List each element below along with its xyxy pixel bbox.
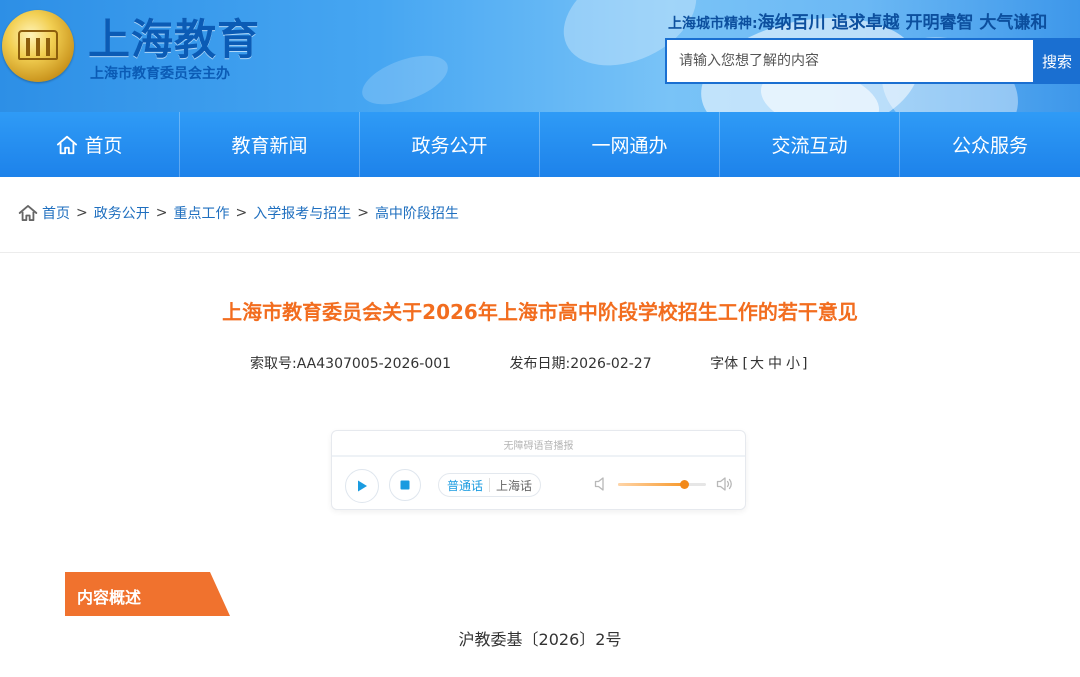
- article-title: 上海市教育委员会关于2026年上海市高中阶段学校招生工作的若干意见: [222, 300, 858, 324]
- font-size-control: 字体 [大中小]: [710, 353, 807, 373]
- breadcrumb-separator: >: [155, 205, 168, 221]
- font-size-medium-link[interactable]: 中: [768, 356, 782, 372]
- audio-player: 无障碍语音播报 普通话 上海话: [331, 430, 746, 510]
- breadcrumb-key-work[interactable]: 重点工作: [173, 203, 229, 223]
- divider: [0, 252, 1080, 253]
- lang-divider: [489, 478, 491, 492]
- nav-item-label: 首页: [84, 135, 123, 157]
- breadcrumb-separator: >: [76, 205, 88, 221]
- nav-item-label: 政务公开: [411, 135, 488, 157]
- nav-item-education-news[interactable]: 教育新闻: [180, 112, 360, 177]
- nav-item-government-affairs[interactable]: 政务公开: [360, 112, 540, 177]
- search-input[interactable]: [667, 40, 1033, 82]
- breadcrumb-high-school-enrollment[interactable]: 高中阶段招生: [375, 203, 459, 223]
- play-button[interactable]: [345, 469, 379, 503]
- main-nav: 首页 教育新闻 政务公开 一网通办 交流互动 公众服务: [0, 112, 1080, 177]
- banner-decoration: [355, 45, 455, 112]
- audio-player-title: 无障碍语音播报: [503, 441, 574, 452]
- nav-item-home[interactable]: 首页: [0, 112, 180, 177]
- search-button[interactable]: 搜索: [1034, 38, 1080, 84]
- publish-date-label: 发布日期:: [509, 356, 571, 372]
- volume-slider[interactable]: [618, 480, 706, 489]
- nav-item-public-services[interactable]: 公众服务: [900, 112, 1080, 177]
- volume-low-icon[interactable]: [594, 476, 608, 492]
- document-number: 沪教委基〔2026〕2号: [458, 630, 622, 649]
- nav-item-label: 公众服务: [951, 135, 1028, 157]
- font-bracket-open: [: [742, 356, 748, 372]
- publish-date: 发布日期:2026-02-27: [510, 353, 652, 373]
- breadcrumb-separator: >: [235, 205, 248, 221]
- breadcrumb-home[interactable]: 首页: [42, 203, 70, 223]
- home-icon: [18, 205, 38, 221]
- breadcrumb: 首页 > 政务公开 > 重点工作 > 入学报考与招生 > 高中阶段招生: [18, 203, 459, 223]
- font-size-small-link[interactable]: 小: [786, 356, 800, 372]
- emblem-building-icon: [18, 30, 58, 60]
- volume-slider-handle[interactable]: [680, 480, 689, 489]
- index-number-label: 索取号:: [250, 356, 297, 372]
- index-number: 索取号:AA4307005-2026-001: [250, 353, 451, 373]
- font-size-label: 字体: [710, 356, 739, 372]
- font-size-large-link[interactable]: 大: [750, 356, 764, 372]
- voice-language-toggle: 普通话 上海话: [438, 473, 542, 497]
- volume-high-icon[interactable]: [716, 475, 734, 493]
- font-bracket-close: ]: [802, 356, 808, 372]
- nav-item-interaction[interactable]: 交流互动: [720, 112, 900, 177]
- city-spirit-label: 上海城市精神:: [668, 16, 758, 32]
- play-icon: [358, 480, 367, 492]
- nav-item-label: 教育新闻: [231, 135, 308, 157]
- nav-item-label: 一网通办: [591, 135, 668, 157]
- site-subtitle: 上海市教育委员会主办: [90, 66, 230, 82]
- stop-button[interactable]: [389, 469, 421, 501]
- publish-date-value: 2026-02-27: [570, 356, 652, 372]
- breadcrumb-enrollment[interactable]: 入学报考与招生: [253, 203, 351, 223]
- section-title: 内容概述: [77, 588, 142, 607]
- city-spirit: 上海城市精神:海纳百川 追求卓越 开明睿智 大气谦和: [668, 8, 1047, 33]
- volume-slider-fill: [618, 483, 684, 486]
- audio-progress-track[interactable]: [332, 455, 745, 457]
- nav-item-online-services[interactable]: 一网通办: [540, 112, 720, 177]
- section-tab-summary: 内容概述: [65, 572, 230, 616]
- home-icon: [57, 135, 78, 154]
- nav-item-label: 交流互动: [771, 135, 848, 157]
- article-meta: 索取号:AA4307005-2026-001 发布日期:2026-02-27 字…: [250, 353, 807, 373]
- city-spirit-text: 海纳百川 追求卓越 开明睿智 大气谦和: [757, 13, 1048, 33]
- site-title[interactable]: 上海教育: [88, 6, 260, 67]
- emblem-logo-icon[interactable]: [2, 10, 74, 82]
- breadcrumb-government-affairs[interactable]: 政务公开: [94, 203, 150, 223]
- breadcrumb-separator: >: [357, 205, 369, 221]
- index-number-value: AA4307005-2026-001: [296, 356, 452, 372]
- search-box: [665, 38, 1035, 84]
- stop-icon: [400, 480, 410, 490]
- lang-shanghainese-option[interactable]: 上海话: [496, 477, 532, 494]
- lang-mandarin-option[interactable]: 普通话: [447, 477, 483, 494]
